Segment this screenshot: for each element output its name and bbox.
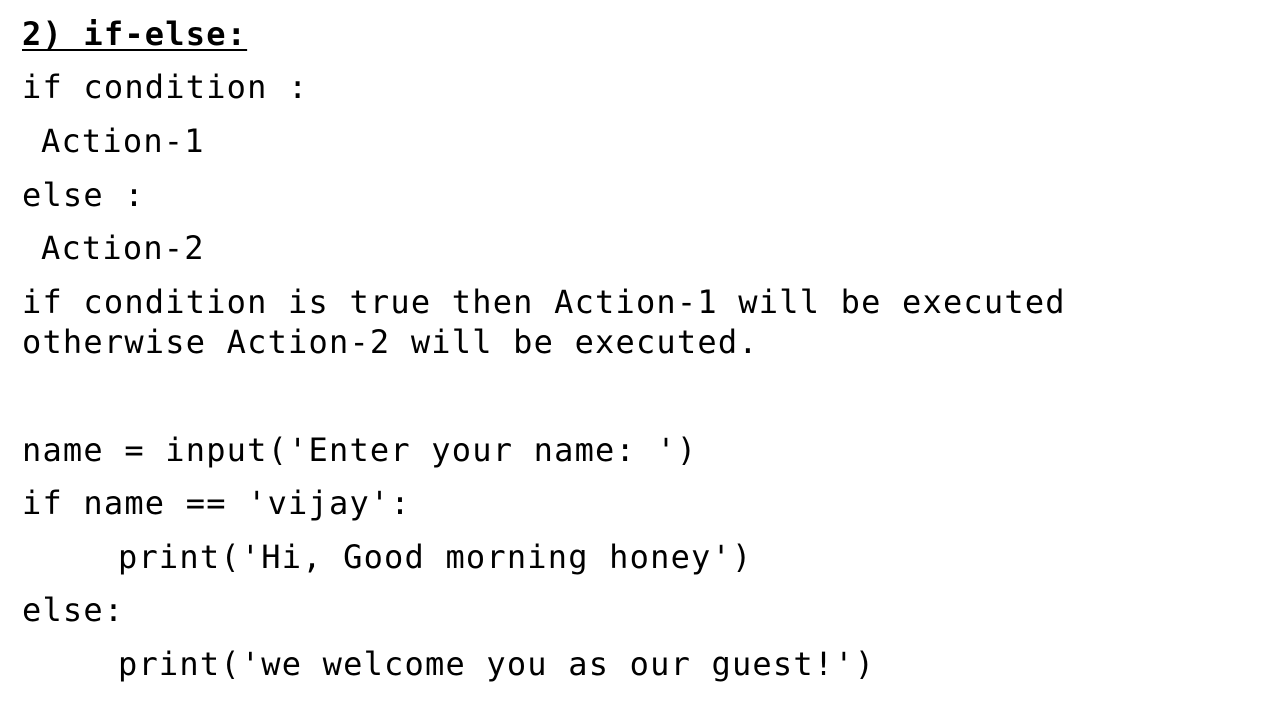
- syntax-action-2-line: Action-2: [41, 229, 205, 267]
- explanation-line-1: if condition is true then Action-1 will …: [22, 283, 1066, 321]
- example-print-1-line: print('Hi, Good morning honey'): [118, 538, 753, 576]
- example-if-line: if name == 'vijay':: [22, 484, 411, 522]
- example-else-line: else:: [22, 591, 125, 629]
- explanation-line-2: otherwise Action-2 will be executed.: [22, 323, 759, 361]
- example-print-2-line: print('we welcome you as our guest!'): [118, 645, 876, 683]
- slide: 2) if-else: if condition : Action-1 else…: [0, 0, 1280, 720]
- syntax-action-1-line: Action-1: [41, 122, 205, 160]
- section-heading: 2) if-else:: [22, 15, 248, 53]
- syntax-if-line: if condition :: [22, 68, 309, 106]
- example-input-line: name = input('Enter your name: '): [22, 431, 698, 469]
- syntax-else-line: else :: [22, 176, 145, 214]
